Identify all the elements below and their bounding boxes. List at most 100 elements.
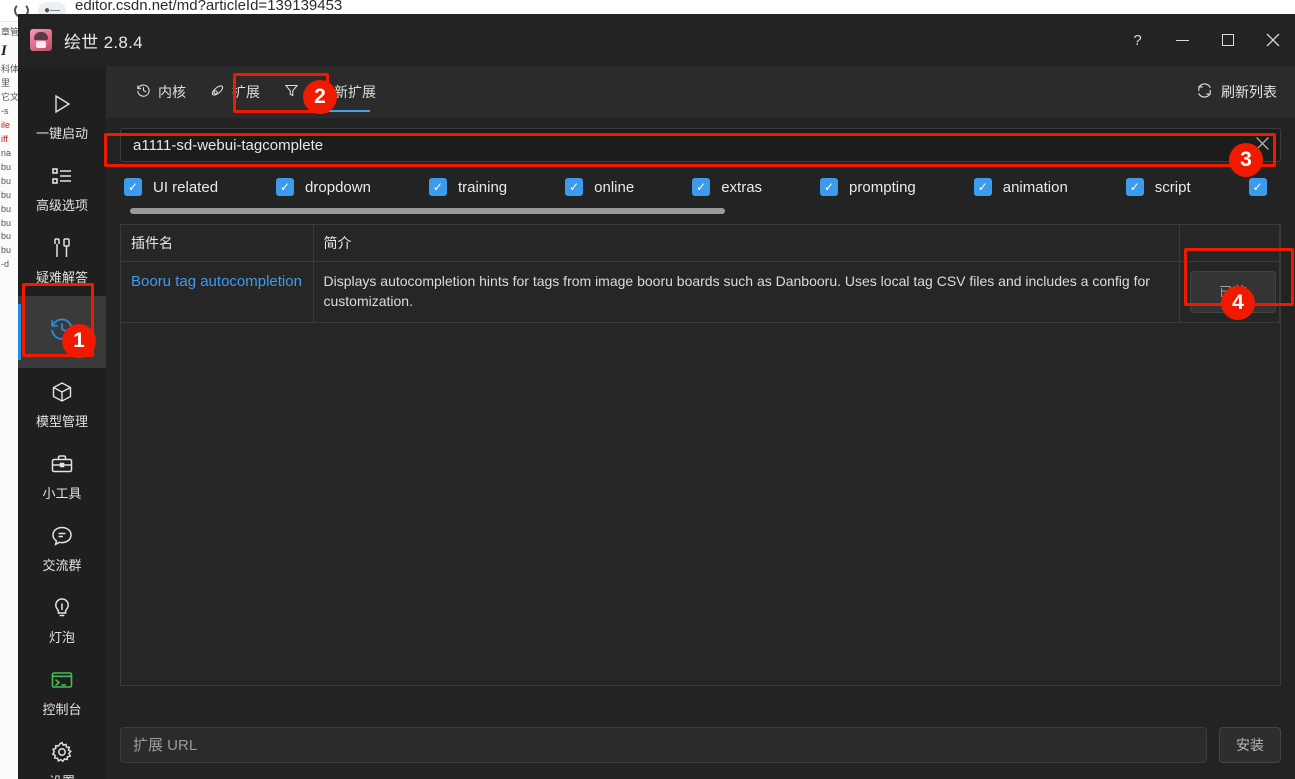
checkbox-icon[interactable]: ✓ — [820, 178, 839, 196]
sidebar-item-label: 交流群 — [42, 557, 82, 573]
box-icon — [50, 379, 74, 405]
sidebar-item-advanced-options[interactable]: 高级选项 — [18, 152, 106, 224]
sidebar-item-label: 小工具 — [42, 485, 82, 501]
sidebar-item-label: 设置 — [49, 771, 75, 779]
install-from-url-bar: 安装 — [106, 711, 1295, 779]
refresh-list-button[interactable]: 刷新列表 — [1196, 82, 1277, 102]
filter-label: extras — [721, 178, 763, 196]
filter-truncated[interactable]: ✓ n — [1248, 178, 1277, 196]
browser-url-text[interactable]: editor.csdn.net/md?articleId=139139453 — [75, 0, 342, 14]
help-button[interactable]: ? — [1115, 14, 1160, 66]
annotation-badge-1: 1 — [62, 324, 96, 358]
sidebar-item-label: 模型管理 — [35, 413, 88, 429]
annotation-number: 2 — [314, 85, 326, 108]
tab-label: 扩展 — [232, 84, 260, 100]
sidebar-item-label: 高级选项 — [35, 197, 88, 213]
extension-description-cell: Displays autocompletion hints for tags f… — [313, 261, 1180, 324]
search-row — [120, 128, 1281, 162]
filter-label: dropdown — [305, 178, 371, 196]
scrollbar-thumb[interactable] — [130, 208, 725, 214]
table-header-row: 插件名 简介 — [121, 225, 1280, 262]
annotation-number: 3 — [1240, 148, 1252, 171]
annotation-badge-3: 3 — [1229, 143, 1263, 177]
extension-toolbar: 内核 扩展 安装新扩展 刷新列表 — [106, 66, 1295, 118]
extensions-table-container: 插件名 简介 Booru tag autocompletion Displays… — [120, 224, 1281, 686]
sidebar-item-model-management[interactable]: 模型管理 — [18, 368, 106, 440]
minimize-button[interactable] — [1160, 14, 1205, 66]
filter-label: UI related — [153, 178, 219, 196]
refresh-icon — [1196, 82, 1213, 102]
checkbox-icon[interactable]: ✓ — [124, 178, 142, 196]
toolbox-icon — [50, 451, 74, 477]
filter-script[interactable]: ✓ script — [1125, 178, 1191, 196]
checkbox-icon[interactable]: ✓ — [565, 178, 584, 196]
extension-link[interactable]: Booru tag autocompletion — [131, 273, 302, 290]
sidebar-item-one-click-launch[interactable]: 一键启动 — [18, 80, 106, 152]
checkbox-icon[interactable]: ✓ — [973, 178, 992, 196]
sidebar-item-console[interactable]: 控制台 — [18, 656, 106, 728]
sidebar-item-label: 一键启动 — [35, 125, 88, 141]
extension-url-input[interactable] — [120, 727, 1207, 763]
chat-icon — [50, 523, 74, 549]
refresh-list-label: 刷新列表 — [1221, 84, 1277, 100]
sidebar-item-label: 灯泡 — [48, 629, 75, 645]
checkbox-icon[interactable]: ✓ — [1248, 178, 1267, 196]
sidebar-item-community[interactable]: 交流群 — [18, 512, 106, 584]
play-icon — [50, 91, 74, 117]
checkbox-icon[interactable]: ✓ — [692, 178, 711, 196]
filter-dropdown[interactable]: ✓ dropdown — [276, 178, 371, 196]
install-button[interactable]: 安装 — [1219, 727, 1281, 763]
title-bar[interactable]: 绘世 2.8.4 ? — [18, 14, 1295, 66]
tag-filters: ✓ UI related ✓ dropdown ✓ training ✓ onl… — [124, 172, 1277, 202]
annotation-number: 4 — [1232, 291, 1244, 314]
gear-icon — [50, 739, 74, 765]
filters-horizontal-scrollbar[interactable] — [130, 208, 1277, 214]
extension-name-cell: Booru tag autocompletion — [121, 261, 314, 324]
sidebar-item-lightbulb[interactable]: 灯泡 — [18, 584, 106, 656]
search-input[interactable] — [120, 128, 1281, 162]
tab-label: 内核 — [158, 84, 186, 100]
sidebar: 一键启动 高级选项 疑难解答 模型管理 小工具 交流群 灯泡 控制台 — [18, 66, 106, 779]
annotation-number: 1 — [73, 329, 85, 352]
column-header-action — [1179, 225, 1280, 262]
app-title: 绘世 2.8.4 — [64, 32, 143, 52]
sidebar-item-troubleshooting[interactable]: 疑难解答 — [18, 224, 106, 296]
plugin-icon — [210, 83, 225, 101]
terminal-icon — [50, 667, 74, 693]
tab-kernel[interactable]: 内核 — [124, 66, 198, 118]
filter-extras[interactable]: ✓ extras — [692, 178, 762, 196]
annotation-badge-4: 4 — [1221, 286, 1255, 320]
filter-prompting[interactable]: ✓ prompting — [820, 178, 916, 196]
filter-label: online — [594, 178, 635, 196]
filter-animation[interactable]: ✓ animation — [973, 178, 1068, 196]
checkbox-icon[interactable]: ✓ — [276, 178, 295, 196]
table-row[interactable]: Booru tag autocompletion Displays autoco… — [121, 261, 1280, 324]
filter-label: script — [1154, 178, 1191, 196]
app-window: 绘世 2.8.4 ? 一键启动 高级选项 疑难解答 模型管理 小工具 交流群 灯… — [18, 14, 1295, 779]
maximize-button[interactable] — [1205, 14, 1250, 66]
list-settings-icon — [50, 163, 74, 189]
app-logo-icon — [30, 29, 52, 51]
checkbox-icon[interactable]: ✓ — [428, 178, 447, 196]
tools-icon — [50, 235, 74, 261]
main-content: 内核 扩展 安装新扩展 刷新列表 a1111-sd-webui-tagcompl… — [106, 66, 1295, 779]
sidebar-item-tools[interactable]: 小工具 — [18, 440, 106, 512]
filter-label: training — [457, 178, 508, 196]
filter-label: animation — [1002, 178, 1068, 196]
filter-training[interactable]: ✓ training — [428, 178, 508, 196]
close-button[interactable] — [1250, 14, 1295, 66]
filter-online[interactable]: ✓ online — [565, 178, 634, 196]
clock-icon — [136, 83, 151, 101]
column-header-name[interactable]: 插件名 — [121, 225, 314, 262]
download-icon — [284, 83, 299, 101]
filter-label: prompting — [849, 178, 916, 196]
column-header-description[interactable]: 简介 — [313, 225, 1180, 262]
window-controls: ? — [1115, 14, 1295, 66]
lightbulb-icon — [50, 595, 74, 621]
checkbox-icon[interactable]: ✓ — [1125, 178, 1144, 196]
sidebar-item-settings[interactable]: 设置 — [18, 728, 106, 779]
extensions-table: 插件名 简介 Booru tag autocompletion Displays… — [121, 225, 1280, 324]
filter-ui-related[interactable]: ✓ UI related — [124, 178, 218, 196]
annotation-badge-2: 2 — [303, 80, 337, 114]
tab-extensions[interactable]: 扩展 — [198, 66, 272, 118]
